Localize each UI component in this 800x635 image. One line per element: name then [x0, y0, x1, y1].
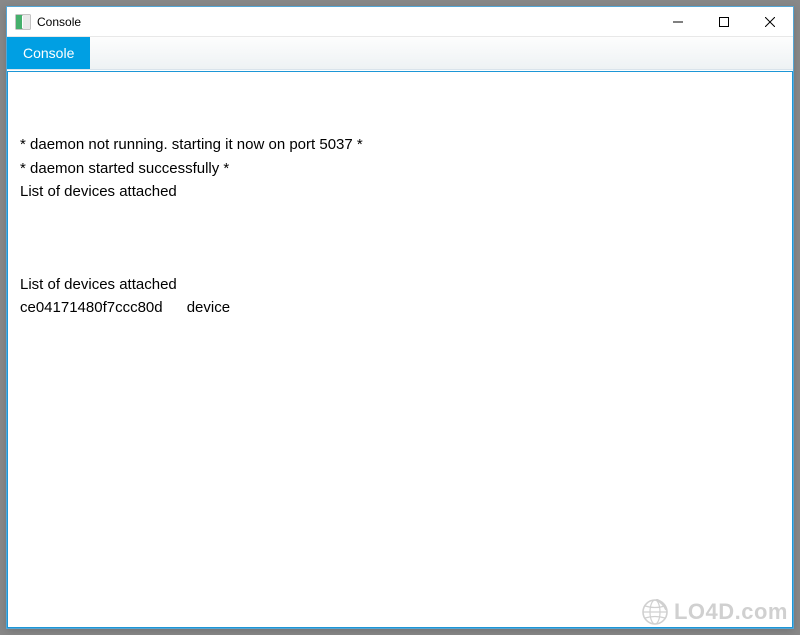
minimize-button[interactable] [655, 7, 701, 37]
console-panel: * daemon not running. starting it now on… [7, 71, 793, 628]
app-icon [15, 14, 31, 30]
console-output[interactable]: * daemon not running. starting it now on… [8, 72, 792, 331]
console-window: Console Console * daemon not running. st… [6, 6, 794, 629]
titlebar[interactable]: Console [7, 7, 793, 37]
window-title: Console [37, 15, 81, 29]
window-controls [655, 7, 793, 36]
tab-console[interactable]: Console [7, 37, 90, 69]
tab-label: Console [23, 45, 74, 61]
close-button[interactable] [747, 7, 793, 37]
maximize-button[interactable] [701, 7, 747, 37]
tab-bar: Console [7, 37, 793, 70]
